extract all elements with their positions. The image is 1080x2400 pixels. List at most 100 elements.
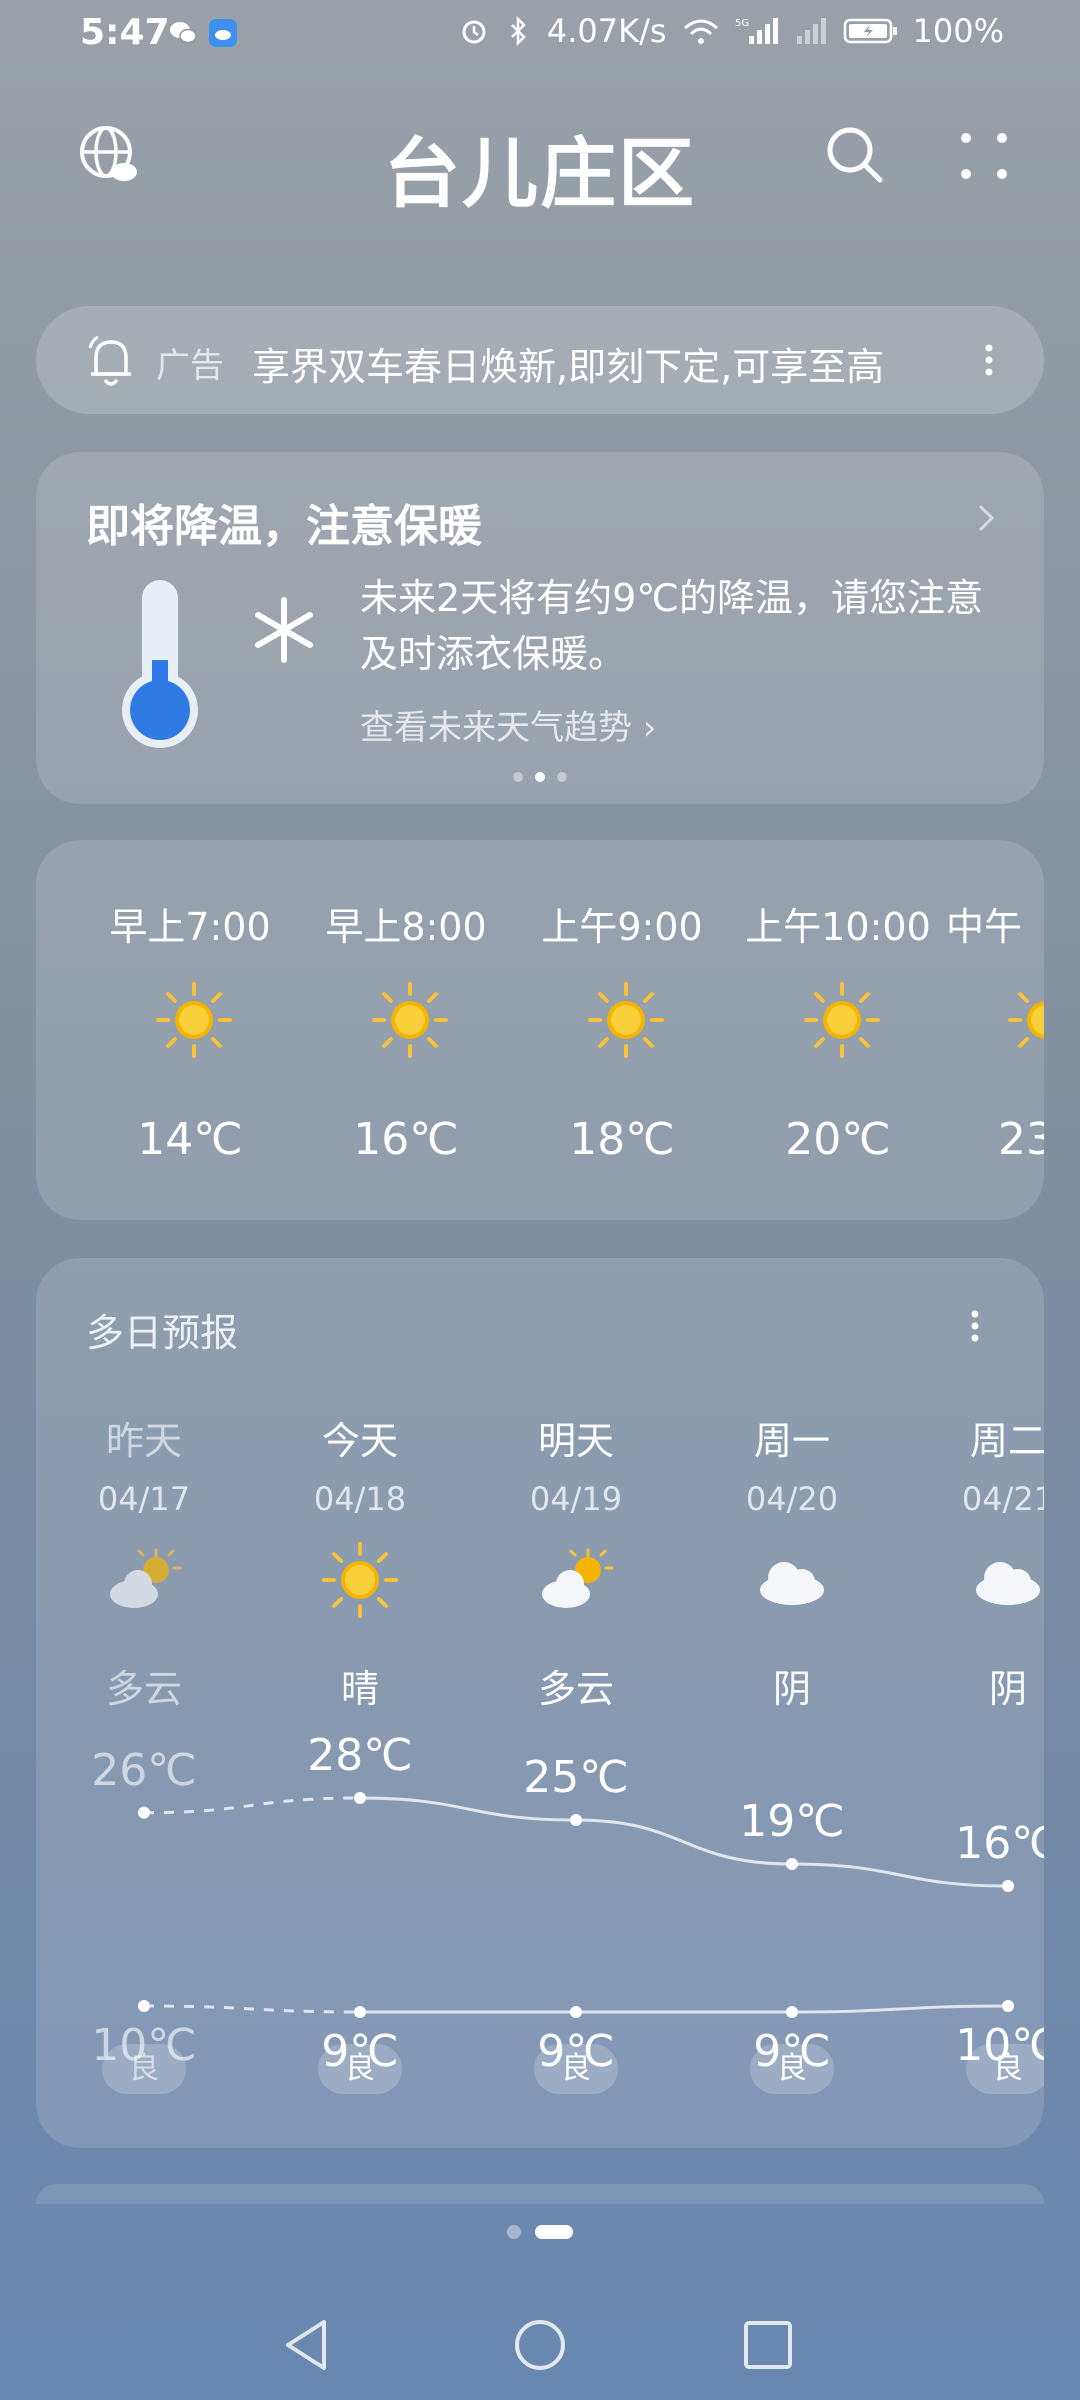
pager-dot-active	[535, 772, 545, 782]
wechat-icon	[170, 22, 197, 44]
chevron-right-icon[interactable]	[970, 498, 1000, 538]
day-high: 19℃	[739, 1796, 845, 1847]
day-high: 25℃	[523, 1752, 629, 1803]
sun-icon	[372, 982, 448, 1058]
day-condition: 多云	[105, 1667, 182, 1711]
low-temp-point	[1002, 2000, 1014, 2012]
aqi-badge: 良	[102, 2044, 186, 2094]
aqi-badge: 良	[750, 2044, 834, 2094]
high-temp-point	[138, 1806, 150, 1819]
sun-icon	[588, 982, 664, 1058]
header: 台儿庄区	[0, 100, 1080, 220]
pager-dot	[513, 772, 523, 782]
hour-time: 早上8:00	[325, 905, 487, 949]
home-icon[interactable]	[507, 2312, 573, 2378]
ad-more-icon[interactable]	[984, 340, 994, 380]
day-name: 今天	[321, 1419, 398, 1463]
high-temp-point	[786, 1858, 798, 1870]
cloud-icon	[976, 1562, 1040, 1605]
hour-time: 上午9:00	[541, 905, 703, 949]
low-temp-point	[786, 2006, 798, 2018]
sun-icon	[322, 1542, 398, 1618]
high-temp-point	[1002, 1880, 1014, 1892]
thermometer-snow-icon	[122, 580, 313, 748]
day-condition: 晴	[340, 1667, 379, 1711]
cloud-icon	[760, 1562, 824, 1605]
partly-cloudy-icon	[108, 1548, 182, 1610]
wifi-icon	[683, 19, 718, 44]
day-name: 明天	[537, 1419, 614, 1463]
weather-app-icon	[209, 19, 237, 47]
daily-forecast[interactable]: 多日预报 昨天 04/17 多云 26℃ 10℃ 良 今天 04/18 晴 28…	[36, 1258, 1044, 2148]
hour-temp: 18℃	[569, 1114, 675, 1165]
battery-icon	[843, 18, 897, 44]
page-dot	[507, 2225, 521, 2239]
day-condition: 阴	[988, 1667, 1027, 1711]
net-speed: 4.07K/s	[546, 12, 667, 50]
page-indicator	[0, 2225, 1080, 2239]
day-date: 04/17	[97, 1480, 191, 1518]
hour-time: 中午	[946, 905, 1023, 949]
hour-time: 上午10:00	[745, 905, 931, 949]
day-condition: 阴	[772, 1667, 811, 1711]
signal-icon: 5G	[735, 18, 778, 44]
day-date: 04/18	[313, 1480, 407, 1518]
signal-2-icon	[796, 18, 826, 44]
day-date: 04/21	[961, 1480, 1044, 1518]
page-dot-active	[535, 2225, 573, 2239]
low-temp-segment	[791, 2004, 1009, 2014]
day-name: 周一	[753, 1419, 830, 1463]
low-temp-point	[138, 2000, 150, 2012]
aqi-badge: 良	[318, 2044, 402, 2094]
hour-temp: 23	[998, 1114, 1044, 1165]
alert-title: 即将降温，注意保暖	[86, 501, 482, 552]
status-bar: 5:47 4.07K/s 5G 100%	[0, 0, 1080, 72]
alert-pager-dots	[36, 772, 1044, 782]
search-icon[interactable]	[824, 124, 886, 186]
sun-icon	[1008, 982, 1044, 1058]
high-temp-point	[570, 1814, 582, 1826]
ad-banner[interactable]: 广告 享界双车春日焕新,即刻下定,可享至高	[36, 306, 1044, 414]
back-icon[interactable]	[274, 2312, 340, 2378]
ad-tag: 广告	[156, 346, 224, 386]
bell-icon	[88, 335, 131, 386]
alert-body: 未来2天将有约9℃的降温，请您注意及时添衣保暖。	[360, 576, 984, 676]
day-date: 04/20	[745, 1480, 839, 1518]
sun-icon	[156, 982, 232, 1058]
city-title: 台儿庄区	[384, 129, 696, 218]
aqi-badge: 良	[966, 2044, 1044, 2094]
cooling-alert-card[interactable]: 即将降温，注意保暖 未来2天将有约9℃的降温，请您注意及时添衣保暖。 查看未来天…	[36, 452, 1044, 804]
day-name: 周二	[969, 1419, 1044, 1463]
high-temp-segment	[143, 1796, 361, 1815]
day-date: 04/19	[529, 1480, 623, 1518]
aqi-badge: 良	[534, 2044, 618, 2094]
low-temp-point	[354, 2006, 366, 2018]
hour-time: 0	[36, 896, 82, 940]
status-right: 4.07K/s 5G 100%	[459, 12, 1004, 50]
pager-dot	[557, 772, 567, 782]
more-menu-icon[interactable]	[956, 128, 1012, 184]
forecast-trend-link[interactable]: 查看未来天气趋势 ›	[360, 700, 656, 749]
day-high: 26℃	[91, 1744, 197, 1796]
day-high: 28℃	[307, 1730, 413, 1781]
bluetooth-icon	[510, 16, 526, 46]
sun-icon	[804, 982, 880, 1058]
partly-cloudy-icon	[540, 1548, 614, 1610]
next-card-edge	[36, 2184, 1044, 2204]
high-temp-point	[354, 1792, 366, 1804]
hour-temp: 20℃	[785, 1114, 891, 1165]
network-type-label: 5G	[735, 18, 749, 29]
status-notification-icons	[168, 18, 238, 48]
status-time: 5:47	[80, 12, 170, 53]
hourly-forecast[interactable]: 0 早上7:00 14℃ 早上8:00 16℃ 上午9:00 18℃ 上午10:…	[36, 840, 1044, 1220]
hour-time: 早上7:00	[109, 905, 271, 949]
low-temp-segment	[143, 2004, 361, 2014]
system-nav-bar	[0, 2290, 1080, 2400]
ad-text: 享界双车春日焕新,即刻下定,可享至高	[252, 345, 885, 389]
low-temp-point	[570, 2006, 582, 2018]
day-condition: 多云	[537, 1667, 614, 1711]
recents-icon[interactable]	[735, 2312, 801, 2378]
day-name: 昨天	[105, 1419, 182, 1463]
day-high: 16℃	[955, 1818, 1044, 1869]
forecast-trend-arrow: ›	[642, 708, 657, 748]
